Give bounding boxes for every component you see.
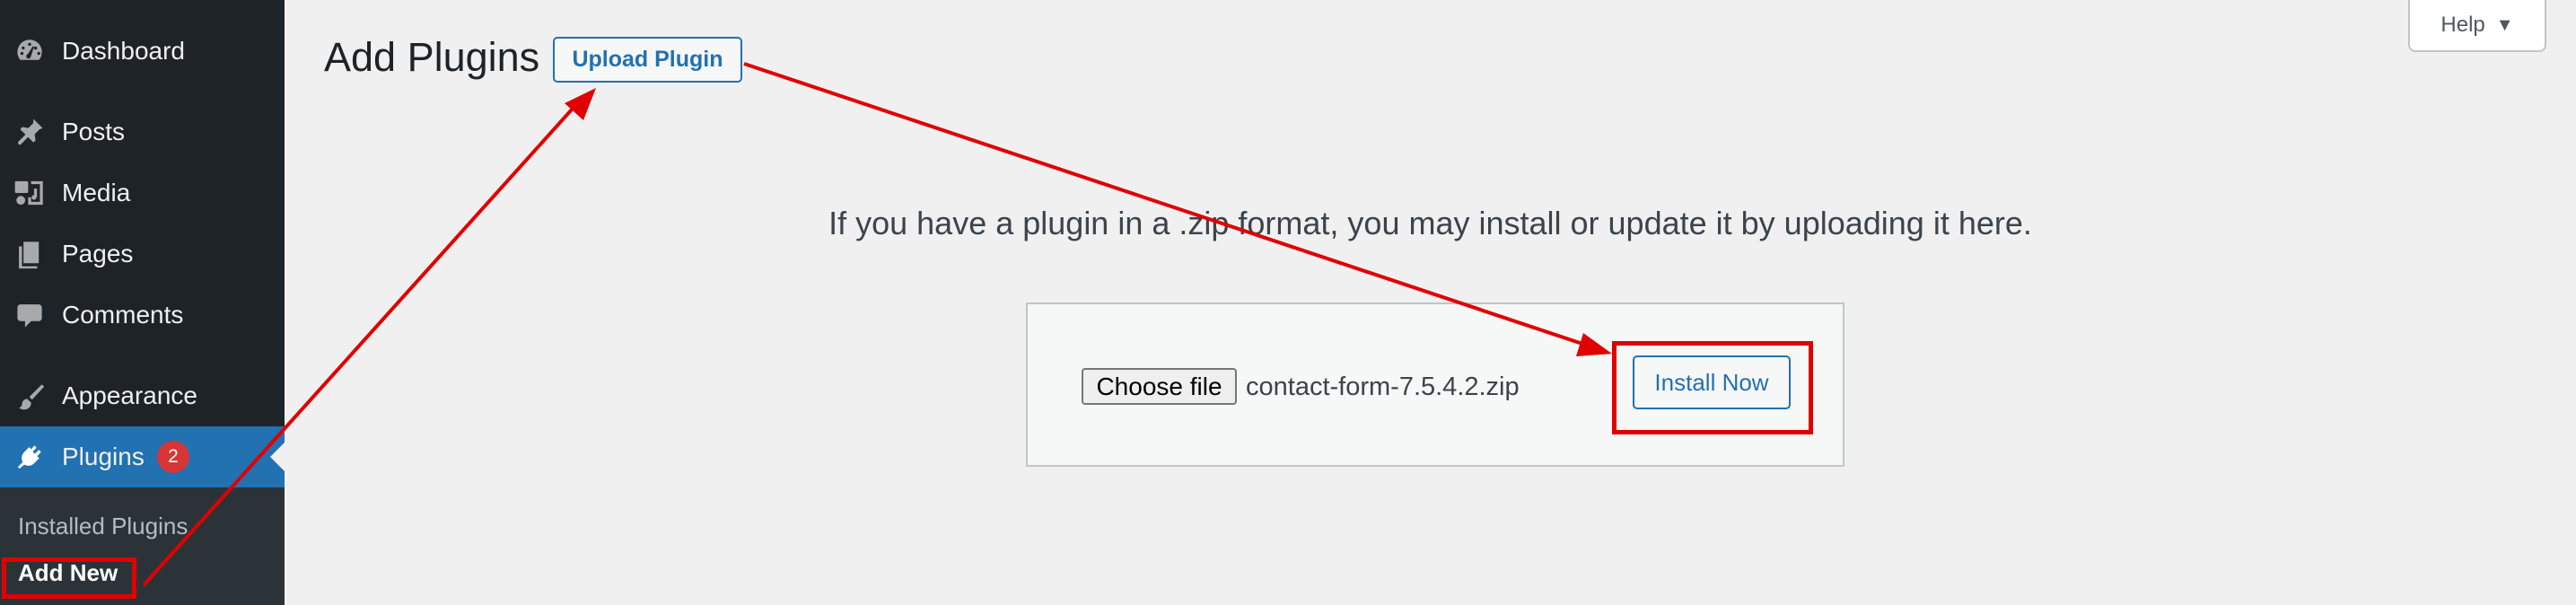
- sidebar-item-comments[interactable]: Comments: [0, 285, 285, 346]
- help-button[interactable]: Help ▼: [2408, 0, 2546, 52]
- sidebar-item-label: Pages: [62, 240, 134, 267]
- sidebar-item-posts[interactable]: Posts: [0, 101, 285, 162]
- sidebar-item-label: Dashboard: [62, 37, 185, 65]
- help-button-label: Help: [2440, 13, 2485, 37]
- choose-file-button[interactable]: Choose file: [1082, 368, 1237, 405]
- comment-icon: [13, 298, 47, 332]
- sidebar-item-plugins[interactable]: Plugins 2: [0, 426, 285, 487]
- brush-icon: [13, 379, 47, 413]
- dashboard-icon: [13, 34, 47, 68]
- annotation-highlight-add-new: [2, 557, 136, 599]
- sidebar-item-label: Appearance: [62, 381, 198, 409]
- submenu-item-installed-plugins[interactable]: Installed Plugins: [18, 513, 188, 540]
- selected-file-name: contact-form-7.5.4.2.zip: [1246, 373, 1520, 401]
- sidebar-item-label: Media: [62, 179, 131, 206]
- plugin-icon: [13, 440, 47, 474]
- sidebar-item-label: Comments: [62, 301, 184, 329]
- upload-plugin-button[interactable]: Upload Plugin: [553, 37, 742, 83]
- admin-sidebar: Dashboard Posts Media Pages Comments App…: [0, 0, 285, 605]
- caret-down-icon: ▼: [2495, 14, 2514, 35]
- sidebar-item-appearance[interactable]: Appearance: [0, 365, 285, 426]
- sidebar-item-label: Plugins: [62, 443, 145, 470]
- annotation-highlight-install-now: [1612, 341, 1813, 434]
- page-title: Add Plugins: [324, 34, 540, 80]
- upload-description: If you have a plugin in a .zip format, y…: [828, 205, 2032, 241]
- sidebar-item-dashboard[interactable]: Dashboard: [0, 21, 285, 82]
- update-count-badge: 2: [157, 441, 189, 473]
- sidebar-item-label: Posts: [62, 118, 126, 145]
- pin-icon: [13, 115, 47, 149]
